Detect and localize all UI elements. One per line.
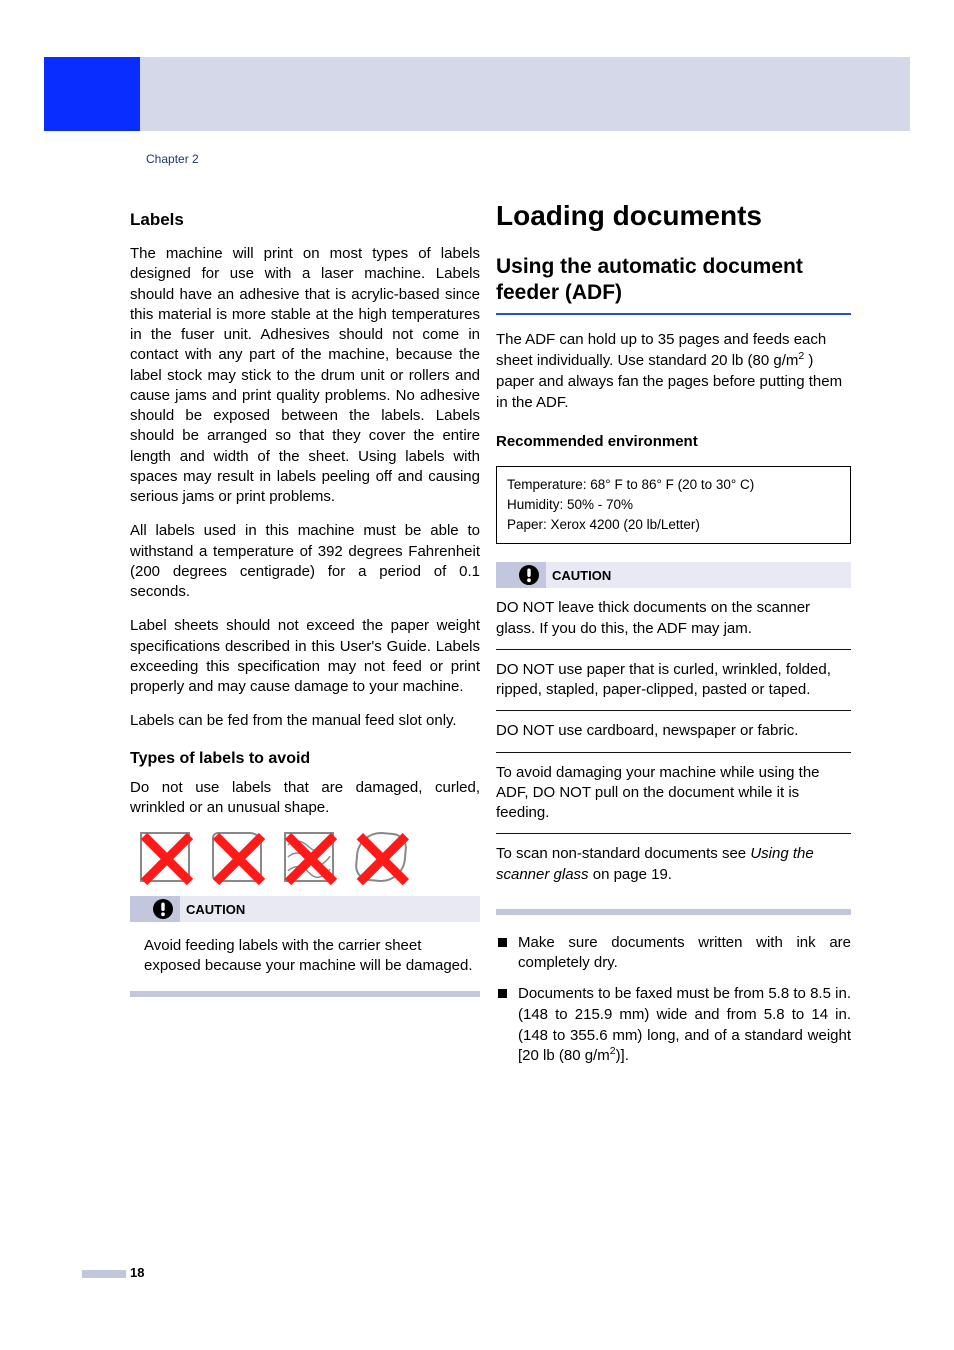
heading-loading-documents: Loading documents bbox=[496, 200, 851, 232]
header-decoration bbox=[44, 57, 910, 131]
caution-heading-right: CAUTION bbox=[552, 568, 611, 583]
caution-bar-left: CAUTION bbox=[130, 896, 480, 922]
labels-paragraph-4: Labels can be fed from the manual feed s… bbox=[130, 711, 480, 731]
caution-icon bbox=[518, 564, 540, 586]
adf-intro-paragraph: The ADF can hold up to 35 pages and feed… bbox=[496, 329, 851, 413]
page-number: 18 bbox=[130, 1265, 144, 1280]
caution-item-1: DO NOT leave thick documents on the scan… bbox=[496, 588, 851, 650]
labels-paragraph-3: Label sheets should not exceed the paper… bbox=[130, 616, 480, 697]
caution-item-3: DO NOT use cardboard, newspaper or fabri… bbox=[496, 711, 851, 752]
heading-types-to-avoid: Types of labels to avoid bbox=[130, 750, 480, 768]
caution-item-2: DO NOT use paper that is curled, wrinkle… bbox=[496, 650, 851, 712]
avoid-paragraph: Do not use labels that are damaged, curl… bbox=[130, 778, 480, 819]
labels-paragraph-1: The machine will print on most types of … bbox=[130, 244, 480, 507]
requirements-list: Make sure documents written with ink are… bbox=[496, 933, 851, 1067]
caution-end-bar-right bbox=[496, 909, 851, 915]
bullet-2-pre: Documents to be faxed must be from 5.8 t… bbox=[518, 985, 851, 1064]
caution-stripe bbox=[130, 896, 480, 922]
bullet-1: Make sure documents written with ink are… bbox=[496, 933, 851, 974]
caution-5-pre: To scan non-standard documents see bbox=[496, 845, 750, 862]
bullet-2: Documents to be faxed must be from 5.8 t… bbox=[496, 984, 851, 1067]
env-temperature: Temperature: 68° F to 86° F (20 to 30° C… bbox=[507, 475, 840, 495]
heading-labels: Labels bbox=[130, 210, 480, 230]
bullet-2-post: )]. bbox=[616, 1047, 629, 1064]
adf-intro-pre: The ADF can hold up to 35 pages and feed… bbox=[496, 331, 826, 369]
odd-shape-label-icon bbox=[354, 830, 408, 884]
caution-item-4: To avoid damaging your machine while usi… bbox=[496, 753, 851, 835]
wrinkled-label-icon bbox=[284, 832, 334, 882]
damaged-label-icon bbox=[140, 832, 190, 882]
caution-heading: CAUTION bbox=[186, 902, 245, 917]
curled-label-icon bbox=[212, 832, 262, 882]
header-grey-block bbox=[140, 57, 910, 131]
caution-5-post: on page 19. bbox=[589, 866, 672, 883]
header-blue-block bbox=[44, 57, 140, 131]
caution-end-bar bbox=[130, 991, 480, 997]
bad-label-icons bbox=[140, 832, 480, 882]
left-column: Labels The machine will print on most ty… bbox=[130, 210, 480, 997]
caution-item-5: To scan non-standard documents see Using… bbox=[496, 834, 851, 895]
caution-stripe-right bbox=[496, 562, 851, 588]
labels-paragraph-2: All labels used in this machine must be … bbox=[130, 521, 480, 602]
page-number-bar bbox=[82, 1270, 126, 1278]
env-paper: Paper: Xerox 4200 (20 lb/Letter) bbox=[507, 515, 840, 535]
heading-recommended-environment: Recommended environment bbox=[496, 433, 851, 450]
caution-icon bbox=[152, 898, 174, 920]
right-column: Loading documents Using the automatic do… bbox=[496, 200, 851, 1077]
caution-list: DO NOT leave thick documents on the scan… bbox=[496, 588, 851, 895]
chapter-label: Chapter 2 bbox=[146, 152, 199, 166]
environment-box: Temperature: 68° F to 86° F (20 to 30° C… bbox=[496, 466, 851, 545]
heading-using-adf: Using the automatic document feeder (ADF… bbox=[496, 254, 851, 307]
caution-bar-right: CAUTION bbox=[496, 562, 851, 588]
env-humidity: Humidity: 50% - 70% bbox=[507, 495, 840, 515]
blue-rule bbox=[496, 313, 851, 315]
caution-body-left: Avoid feeding labels with the carrier sh… bbox=[130, 922, 480, 977]
